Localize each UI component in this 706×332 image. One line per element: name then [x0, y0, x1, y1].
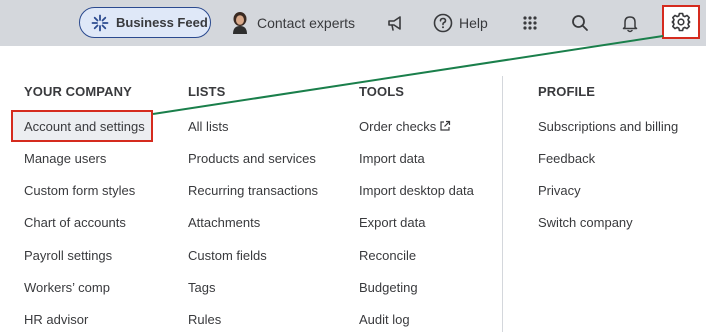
menu-item-workers-comp[interactable]: Workers’ comp	[24, 280, 110, 295]
menu-item-all-lists[interactable]: All lists	[188, 119, 228, 134]
contact-experts-button[interactable]: Contact experts	[231, 11, 355, 35]
menu-item-switch-company[interactable]: Switch company	[538, 215, 633, 230]
menu-item-budgeting[interactable]: Budgeting	[359, 280, 418, 295]
help-button[interactable]: Help	[433, 11, 488, 35]
menu-item-order-checks[interactable]: Order checks	[359, 119, 451, 135]
menu-item-attachments[interactable]: Attachments	[188, 215, 260, 230]
your-company-heading: YOUR COMPANY	[24, 84, 132, 99]
menu-item-audit-log[interactable]: Audit log	[359, 312, 410, 327]
menu-item-custom-fields[interactable]: Custom fields	[188, 248, 267, 263]
menu-item-products-and-services[interactable]: Products and services	[188, 151, 316, 166]
menu-item-reconcile[interactable]: Reconcile	[359, 248, 416, 263]
menu-item-order-checks-label: Order checks	[359, 119, 437, 134]
menu-item-tags[interactable]: Tags	[188, 280, 215, 295]
tools-heading: TOOLS	[359, 84, 405, 99]
menu-item-import-data[interactable]: Import data	[359, 151, 425, 166]
menu-item-custom-form-styles[interactable]: Custom form styles	[24, 183, 135, 198]
menu-item-hr-advisor[interactable]: HR advisor	[24, 312, 88, 327]
menu-item-payroll-settings[interactable]: Payroll settings	[24, 248, 112, 263]
gear-icon	[671, 12, 691, 32]
menu-item-recurring-transactions[interactable]: Recurring transactions	[188, 183, 318, 198]
menu-item-manage-users[interactable]: Manage users	[24, 151, 106, 166]
menu-item-subscriptions-and-billing[interactable]: Subscriptions and billing	[538, 119, 678, 134]
contact-experts-label: Contact experts	[257, 15, 356, 31]
column-divider	[502, 76, 503, 332]
help-label: Help	[459, 15, 488, 31]
bell-icon[interactable]	[621, 11, 639, 35]
apps-grid-icon[interactable]	[522, 11, 538, 35]
settings-menu: YOUR COMPANY Account and settings Manage…	[0, 46, 706, 332]
menu-item-export-data[interactable]: Export data	[359, 215, 426, 230]
profile-heading: PROFILE	[538, 84, 596, 99]
lists-heading: LISTS	[188, 84, 226, 99]
business-feed-button[interactable]: Business Feed	[79, 7, 211, 38]
menu-item-feedback[interactable]: Feedback	[538, 151, 595, 166]
settings-button[interactable]	[662, 5, 700, 39]
sparkle-icon	[90, 13, 110, 33]
menu-item-import-desktop-data[interactable]: Import desktop data	[359, 183, 474, 198]
menu-item-chart-of-accounts[interactable]: Chart of accounts	[24, 215, 126, 230]
search-icon[interactable]	[570, 11, 590, 35]
avatar	[231, 11, 249, 35]
menu-item-account-and-settings[interactable]: Account and settings	[24, 119, 145, 134]
menu-item-rules[interactable]: Rules	[188, 312, 221, 327]
menu-item-privacy[interactable]: Privacy	[538, 183, 581, 198]
top-bar: Business Feed Contact experts Help	[0, 0, 706, 46]
help-icon	[433, 13, 453, 33]
external-link-icon	[439, 120, 451, 135]
business-feed-label: Business Feed	[116, 15, 208, 30]
megaphone-icon[interactable]	[386, 11, 406, 35]
